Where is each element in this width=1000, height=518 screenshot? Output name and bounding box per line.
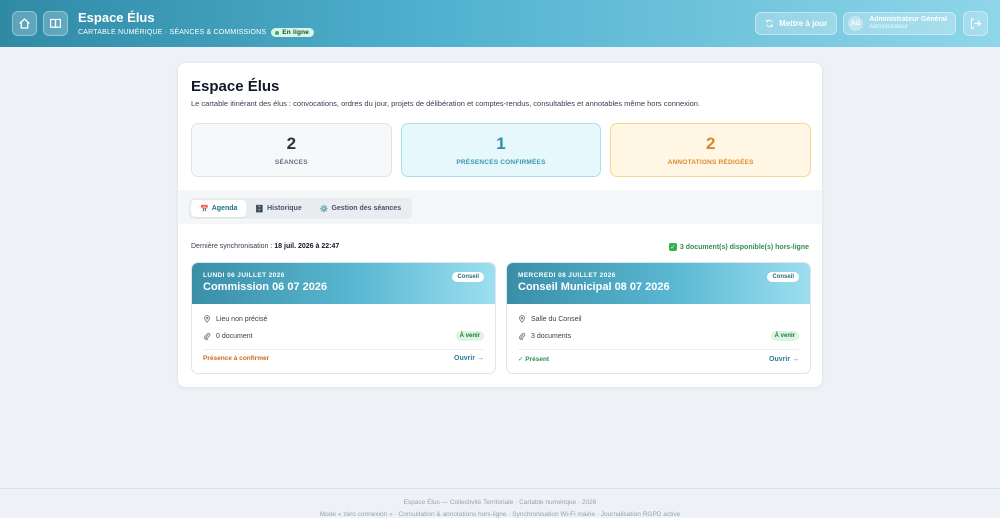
page-footer: Espace Élus — Collectivité Territoriale … — [0, 488, 1000, 518]
user-menu[interactable]: AG Administrateur Général Administrateur — [843, 12, 956, 35]
footer-line-2: Mode « zéro connexion » · Consultation &… — [319, 511, 681, 518]
location-text: Lieu non précisé — [216, 315, 268, 323]
stat-value: 2 — [705, 133, 716, 153]
session-location: Lieu non précisé — [203, 313, 484, 325]
session-date: LUNDI 06 JUILLET 2026 — [203, 272, 285, 279]
stat-value: 1 — [496, 133, 506, 153]
top-header: Espace Élus CARTABLE NUMÉRIQUE · SÉANCES… — [0, 0, 1000, 47]
session-list: LUNDI 06 JUILLET 2026 Commission 06 07 2… — [191, 262, 811, 374]
stat-seances: 2 SÉANCES — [191, 123, 392, 177]
tab-historique[interactable]: 🗄️ Historique — [246, 200, 310, 217]
logout-button[interactable] — [963, 11, 988, 36]
session-card[interactable]: MERCREDI 08 JUILLET 2026 Conseil Municip… — [506, 262, 811, 374]
stat-annotations: 2 ANNOTATIONS RÉDIGÉES — [610, 123, 812, 177]
stat-label: SÉANCES — [274, 158, 308, 166]
tab-gestion[interactable]: ⚙️ Gestion des séances — [311, 200, 410, 217]
documents-text: 3 documents — [531, 332, 572, 340]
status-badge: À venir — [770, 331, 799, 341]
offline-status: ✓ 3 document(s) disponible(s) hors-ligne — [668, 243, 809, 251]
stat-presences: 1 PRÉSENCES CONFIRMÉES — [400, 123, 602, 177]
last-sync: Dernière synchronisation : 18 juil. 2026… — [191, 243, 339, 250]
avatar: AG — [848, 16, 864, 31]
page-description: Le cartable itinérant des élus : convoca… — [191, 99, 701, 108]
offline-label: 3 document(s) disponible(s) hors-ligne — [679, 243, 809, 251]
main-card: Espace Élus Le cartable itinérant des él… — [177, 62, 823, 388]
footer-line-1: Espace Élus — Collectivité Territoriale … — [403, 499, 597, 506]
archive-icon: 🗄️ — [255, 205, 265, 213]
logout-icon — [970, 18, 982, 29]
tab-agenda[interactable]: 📅 Agenda — [191, 200, 247, 217]
sync-button[interactable]: Mettre à jour — [755, 12, 838, 35]
brand: Espace Élus CARTABLE NUMÉRIQUE · SÉANCES… — [78, 10, 315, 37]
session-date: MERCREDI 08 JUILLET 2026 — [518, 272, 616, 279]
session-card-header: MERCREDI 08 JUILLET 2026 Conseil Municip… — [507, 263, 810, 304]
presence-status[interactable]: Présence à confirmer — [203, 355, 269, 362]
paperclip-icon — [204, 332, 211, 340]
paperclip-icon — [519, 332, 526, 340]
home-button[interactable] — [12, 11, 37, 36]
online-label: En ligne — [282, 29, 310, 36]
tab-label: Agenda — [211, 205, 238, 212]
refresh-icon — [766, 19, 773, 28]
tab-bar: 📅 Agenda 🗄️ Historique ⚙️ Gestion des sé… — [189, 198, 413, 219]
page-title: Espace Élus — [191, 78, 280, 95]
session-card[interactable]: LUNDI 06 JUILLET 2026 Commission 06 07 2… — [191, 262, 496, 374]
session-type-badge: Conseil — [452, 272, 484, 282]
session-location: Salle du Conseil — [518, 313, 799, 325]
user-role: Administrateur — [869, 24, 908, 30]
calendar-icon: 📅 — [200, 205, 209, 213]
session-type-badge: Conseil — [767, 272, 799, 282]
stats-row: 2 SÉANCES 1 PRÉSENCES CONFIRMÉES 2 ANNOT… — [191, 123, 812, 177]
location-pin-icon — [204, 315, 210, 323]
session-card-header: LUNDI 06 JUILLET 2026 Commission 06 07 2… — [192, 263, 495, 304]
user-name: Administrateur Général — [869, 16, 947, 23]
app-title: Espace Élus — [78, 10, 155, 25]
tab-label: Historique — [267, 205, 302, 212]
tab-label: Gestion des séances — [331, 205, 402, 212]
session-card-footer: Présence à confirmer Ouvrir → — [203, 349, 484, 362]
check-icon: ✓ — [668, 243, 677, 251]
session-title: Commission 06 07 2026 — [203, 281, 328, 293]
documents-text: 0 document — [216, 332, 253, 340]
app-subtitle: CARTABLE NUMÉRIQUE · SÉANCES & COMMISSIO… — [78, 29, 267, 36]
open-session-link[interactable]: Ouvrir → — [454, 355, 484, 362]
book-icon — [50, 18, 61, 29]
online-dot-icon — [275, 30, 280, 35]
home-icon — [19, 18, 30, 29]
session-documents: 3 documents — [518, 330, 799, 342]
session-title: Conseil Municipal 08 07 2026 — [518, 281, 670, 293]
last-sync-label: Dernière synchronisation : — [191, 243, 275, 250]
status-badge: À venir — [455, 331, 484, 341]
stat-label: ANNOTATIONS RÉDIGÉES — [667, 158, 754, 166]
session-documents: 0 document — [203, 330, 484, 342]
sync-button-label: Mettre à jour — [779, 19, 828, 28]
session-card-footer: ✓ Présent Ouvrir → — [518, 349, 799, 363]
book-button[interactable] — [43, 11, 68, 36]
open-session-link[interactable]: Ouvrir → — [769, 356, 799, 363]
location-text: Salle du Conseil — [531, 315, 582, 323]
gear-icon: ⚙️ — [319, 205, 329, 213]
presence-status[interactable]: ✓ Présent — [518, 355, 549, 363]
stat-value: 2 — [286, 133, 297, 153]
tabs-area: 📅 Agenda 🗄️ Historique ⚙️ Gestion des sé… — [178, 190, 822, 224]
stat-label: PRÉSENCES CONFIRMÉES — [456, 158, 546, 166]
online-badge: En ligne — [271, 28, 315, 37]
location-pin-icon — [519, 315, 525, 323]
last-sync-value: 18 juil. 2026 à 22:47 — [274, 243, 340, 250]
